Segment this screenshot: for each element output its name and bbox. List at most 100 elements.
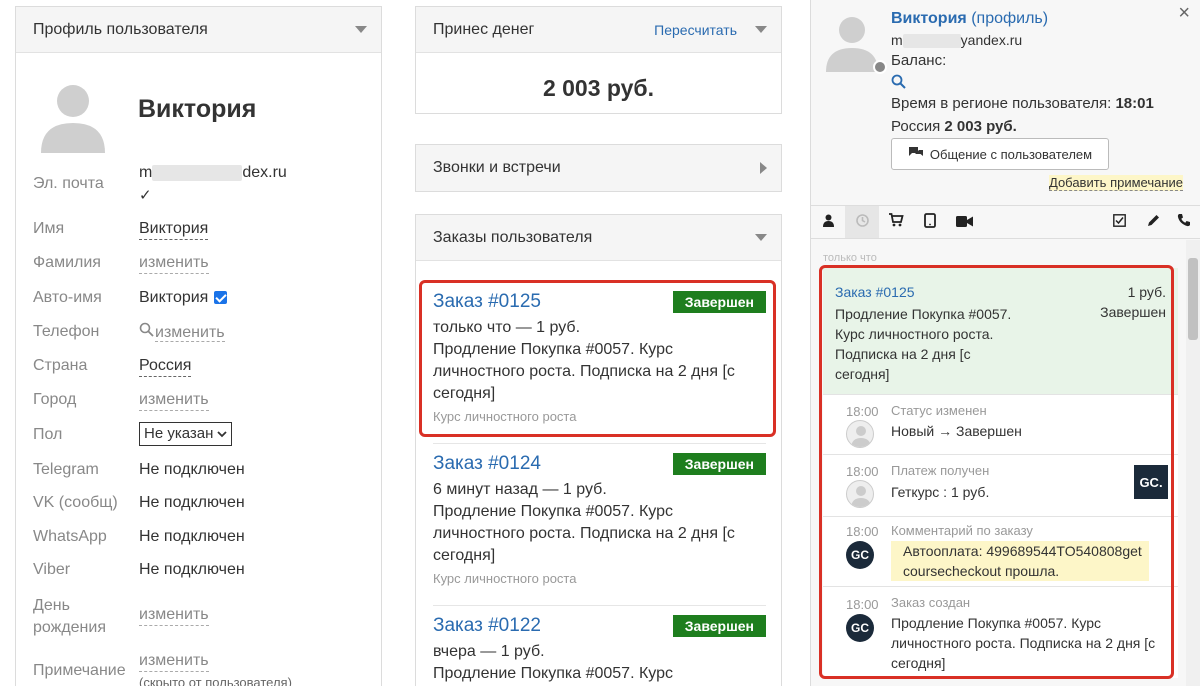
auto-name-checkbox[interactable] xyxy=(214,291,228,305)
orders-panel-header[interactable]: Заказы пользователя xyxy=(416,215,781,261)
user-name: Виктория xyxy=(138,95,257,123)
feed-event: 18:00 Статус изменен Новый → Завершен xyxy=(823,394,1178,454)
scrollbar[interactable] xyxy=(1186,240,1200,686)
profile-panel-header[interactable]: Профиль пользователя xyxy=(16,7,381,53)
order-item: Заказ #0125 Завершен только что — 1 руб.… xyxy=(416,291,783,424)
tab-video[interactable] xyxy=(947,206,981,238)
tablet-icon xyxy=(924,212,936,232)
side-user-name[interactable]: Виктория xyxy=(891,10,967,27)
profile-link[interactable]: (профиль) xyxy=(971,10,1048,27)
side-tabbar xyxy=(811,205,1200,239)
feed-event: 18:00 Комментарий по заказу GC Автооплат… xyxy=(823,516,1178,586)
order-desc: Продление Покупка #0057. Курс xyxy=(433,665,673,682)
money-panel-title: Принес денег xyxy=(433,20,535,38)
close-icon[interactable]: × xyxy=(1178,2,1190,25)
order-divider xyxy=(433,605,766,606)
money-amount: 2 003 руб. xyxy=(542,75,655,101)
city-edit-link[interactable]: изменить xyxy=(139,390,209,411)
first-name-value[interactable]: Виктория xyxy=(139,219,209,240)
caret-down-icon[interactable] xyxy=(755,234,767,241)
scrollbar-thumb[interactable] xyxy=(1188,258,1198,340)
tab-profile[interactable] xyxy=(811,206,845,238)
order-meta: только что — 1 руб. xyxy=(433,319,581,336)
add-note-link[interactable]: Добавить примечание xyxy=(1049,175,1184,191)
feed-order-link[interactable]: Заказ #0125 xyxy=(835,284,915,300)
order-meta: 6 минут назад — 1 руб. xyxy=(433,481,607,498)
phone-edit-link[interactable]: изменить xyxy=(155,324,225,342)
order-course: Курс личностного роста xyxy=(433,571,577,586)
video-icon xyxy=(955,214,973,231)
calls-panel: Звонки и встречи xyxy=(415,144,782,192)
feed-order-price: 1 руб. xyxy=(1127,284,1166,300)
order-desc: Продление Покупка #0057. Курс личностног… xyxy=(433,503,735,564)
feed-order-status: Завершен xyxy=(1100,304,1166,320)
email-end: dex.ru xyxy=(242,164,287,181)
orders-panel-title: Заказы пользователя xyxy=(433,228,593,246)
tab-calls[interactable] xyxy=(1167,206,1200,238)
chat-icon xyxy=(908,146,924,162)
tab-history[interactable] xyxy=(845,206,879,238)
profile-panel: Профиль пользователя Виктория Эл. почта … xyxy=(15,6,382,686)
order-course: Курс личностного роста xyxy=(433,409,577,424)
birthday-edit-link[interactable]: изменить xyxy=(139,605,209,626)
tab-devices[interactable] xyxy=(913,206,947,238)
avatar xyxy=(846,420,874,448)
recalc-link[interactable]: Пересчитать xyxy=(654,22,737,38)
region-time: Время в регионе пользователя: 18:01 xyxy=(891,95,1154,112)
tab-tasks[interactable] xyxy=(1102,206,1136,238)
feed-event: 18:00 Заказ создан GC Продление Покупка … xyxy=(823,586,1178,678)
order-item: Заказ #0122 Завершен вчера — 1 руб. Прод… xyxy=(416,615,783,685)
search-icon[interactable] xyxy=(891,74,906,94)
money-panel: Принес денег Пересчитать 2 003 руб. xyxy=(415,6,782,114)
email-start: m xyxy=(139,164,153,181)
avatar xyxy=(33,73,113,153)
checkbox-icon xyxy=(1112,213,1126,231)
tab-orders[interactable] xyxy=(879,206,913,238)
orders-panel: Заказы пользователя Заказ #0125 Завершен… xyxy=(415,214,782,686)
check-icon: ✓ xyxy=(139,187,152,204)
calls-panel-title: Звонки и встречи xyxy=(433,159,561,176)
getcourse-avatar: GC xyxy=(846,614,874,642)
status-badge: Завершен xyxy=(672,291,766,313)
status-badge: Завершен xyxy=(672,453,766,475)
avatar xyxy=(846,480,874,508)
note-edit-link[interactable]: изменить xyxy=(139,651,209,672)
pencil-icon xyxy=(1146,213,1161,232)
profile-panel-title: Профиль пользователя xyxy=(33,20,208,38)
calls-panel-header[interactable]: Звонки и встречи xyxy=(416,145,781,191)
status-badge: Завершен xyxy=(672,615,766,637)
feed-order-card: Заказ #0125 1 руб. Завершен Продление По… xyxy=(823,268,1178,394)
caret-right-icon[interactable] xyxy=(760,162,767,174)
feed-event: 18:00 Платеж получен Геткурс : 1 руб. GC… xyxy=(823,454,1178,516)
phone-icon xyxy=(1177,213,1191,231)
user-side-panel: × Виктория (профиль) m yandex.ru Баланс: … xyxy=(810,0,1200,686)
order-item: Заказ #0124 Завершен 6 минут назад — 1 р… xyxy=(416,453,783,586)
last-name-edit-link[interactable]: изменить xyxy=(139,253,209,274)
money-panel-header[interactable]: Принес денег Пересчитать xyxy=(416,7,781,53)
getcourse-avatar: GC xyxy=(846,541,874,569)
side-email: m yandex.ru xyxy=(891,32,1023,49)
cart-icon xyxy=(888,213,904,231)
chevron-down-icon xyxy=(217,424,228,444)
auto-name-value: Виктория xyxy=(139,289,209,306)
feed-order-desc: Продление Покупка #0057. Курс личностног… xyxy=(835,306,1012,382)
region-amount: Россия 2 003 руб. xyxy=(891,118,1017,135)
gender-select[interactable]: Не указан xyxy=(139,422,233,446)
caret-down-icon[interactable] xyxy=(755,26,767,33)
order-divider xyxy=(433,443,766,444)
user-icon xyxy=(822,214,835,231)
tab-notes[interactable] xyxy=(1136,206,1170,238)
avatar xyxy=(821,10,887,74)
chat-button[interactable]: Общение с пользователем xyxy=(891,138,1109,170)
order-meta: вчера — 1 руб. xyxy=(433,643,545,660)
caret-down-icon[interactable] xyxy=(355,26,367,33)
search-icon xyxy=(139,322,155,343)
feed-time-label: только что xyxy=(823,252,877,264)
balance-label: Баланс: xyxy=(891,52,947,69)
note-hint: (скрыто от пользователя) xyxy=(139,675,292,686)
email-blur xyxy=(152,164,243,181)
middle-column: Принес денег Пересчитать 2 003 руб. Звон… xyxy=(415,6,782,686)
history-icon xyxy=(855,213,870,232)
country-value[interactable]: Россия xyxy=(139,356,192,377)
getcourse-logo: GC. xyxy=(1134,465,1168,499)
